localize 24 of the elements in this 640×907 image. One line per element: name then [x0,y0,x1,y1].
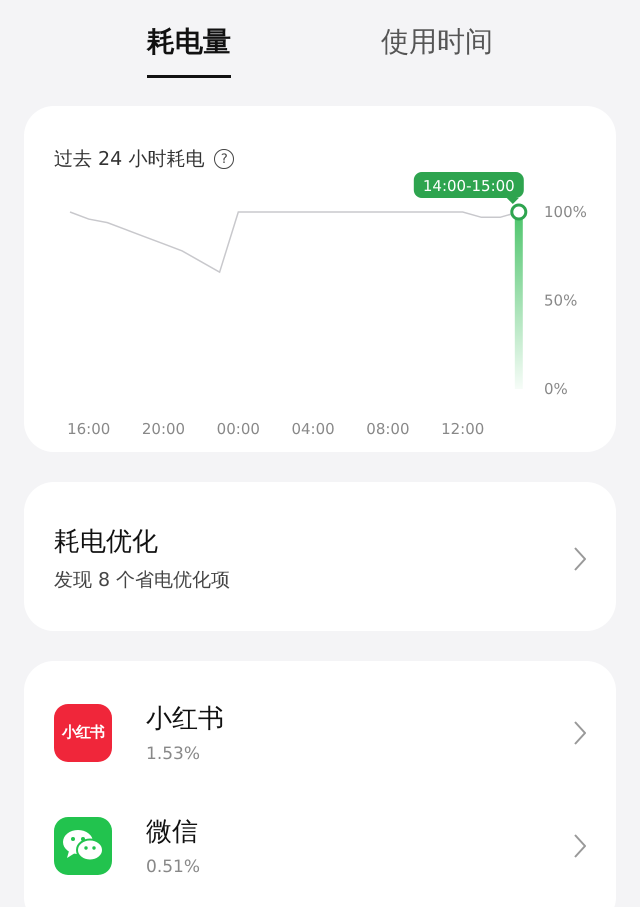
y-axis-label: 50% [544,292,578,310]
tab[interactable]: 使用时间 [381,20,493,78]
app-row[interactable]: 微信 0.51% [24,814,616,907]
app-percent: 0.51% [146,857,202,877]
app-row[interactable]: 小红书 小红书 1.53% [24,701,616,814]
x-axis-label: 12:00 [441,420,484,438]
help-icon[interactable]: ? [214,149,234,169]
tab[interactable]: 耗电量 [147,20,231,78]
app-name: 微信 [146,816,199,849]
time-tooltip: 14:00-15:00 [414,172,524,204]
optimization-subtitle: 发现 8 个省电优化项 [54,568,232,593]
y-axis-label: 100% [544,203,587,221]
app-percent: 1.53% [146,744,202,764]
x-axis-label: 20:00 [142,420,186,438]
optimization-title: 耗电优化 [54,526,159,559]
x-axis-label: 00:00 [216,420,260,438]
y-axis-label: 0% [544,380,568,398]
x-axis-label: 16:00 [67,420,110,438]
x-axis-label: 08:00 [366,420,410,438]
app-name: 小红书 [146,703,225,736]
app-logo-text: 小红书 [62,723,104,742]
x-axis-label: 04:00 [291,420,335,438]
chart-title: 过去 24 小时耗电 [54,147,204,172]
optimization-card[interactable]: 耗电优化 发现 8 个省电优化项 [24,482,616,631]
